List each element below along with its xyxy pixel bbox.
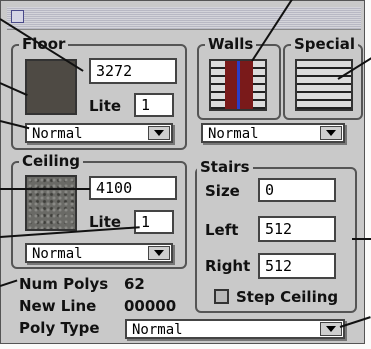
chevron-down-icon xyxy=(320,126,342,140)
poly-type-popup[interactable]: Normal xyxy=(125,319,345,339)
floor-type-popup[interactable]: Normal xyxy=(25,123,173,143)
stairs-size-field[interactable]: 0 xyxy=(258,178,336,202)
close-box[interactable] xyxy=(11,10,24,23)
chevron-down-icon xyxy=(320,322,342,336)
poly-type-label: Poly Type xyxy=(19,319,100,337)
stairs-right-label: Right xyxy=(205,257,251,275)
floor-texture-swatch[interactable] xyxy=(25,59,77,115)
step-ceiling-label: Step Ceiling xyxy=(236,288,339,306)
wall-line-icon xyxy=(237,61,240,109)
new-line-label: New Line xyxy=(19,297,97,315)
stairs-left-label: Left xyxy=(205,221,239,239)
floor-type-value: Normal xyxy=(32,126,83,142)
callout-line xyxy=(0,188,90,190)
stairs-size-label: Size xyxy=(205,182,240,200)
ceiling-type-popup[interactable]: Normal xyxy=(25,243,173,263)
floor-lite-field[interactable]: 1 xyxy=(134,93,174,117)
step-ceiling-checkbox[interactable] xyxy=(214,289,229,304)
ceiling-height-field[interactable]: 4100 xyxy=(89,176,177,200)
walls-title: Walls xyxy=(205,36,257,52)
floor-height-field[interactable]: 3272 xyxy=(89,58,177,84)
new-line-value: 00000 xyxy=(124,297,177,315)
title-bar[interactable] xyxy=(7,7,361,30)
chevron-down-icon xyxy=(148,246,170,260)
callout-line xyxy=(352,238,371,240)
poly-type-value: Normal xyxy=(132,322,183,338)
ceiling-type-value: Normal xyxy=(32,246,83,262)
walls-texture-button[interactable] xyxy=(209,59,267,111)
chevron-down-icon xyxy=(148,126,170,140)
floor-lite-label: Lite xyxy=(89,97,122,115)
stairs-right-field[interactable]: 512 xyxy=(258,253,336,279)
special-type-value: Normal xyxy=(208,126,259,142)
ceiling-texture-swatch[interactable] xyxy=(25,175,77,231)
ceiling-lite-field[interactable]: 1 xyxy=(134,210,174,234)
floor-title: Floor xyxy=(19,36,69,52)
special-texture-button[interactable] xyxy=(295,59,353,111)
num-polys-label: Num Polys xyxy=(19,275,109,293)
num-polys-value: 62 xyxy=(124,275,145,293)
special-title: Special xyxy=(291,36,359,52)
stairs-left-field[interactable]: 512 xyxy=(258,216,336,242)
ceiling-title: Ceiling xyxy=(19,153,84,169)
special-type-popup[interactable]: Normal xyxy=(201,123,345,143)
stairs-title: Stairs xyxy=(197,159,253,175)
